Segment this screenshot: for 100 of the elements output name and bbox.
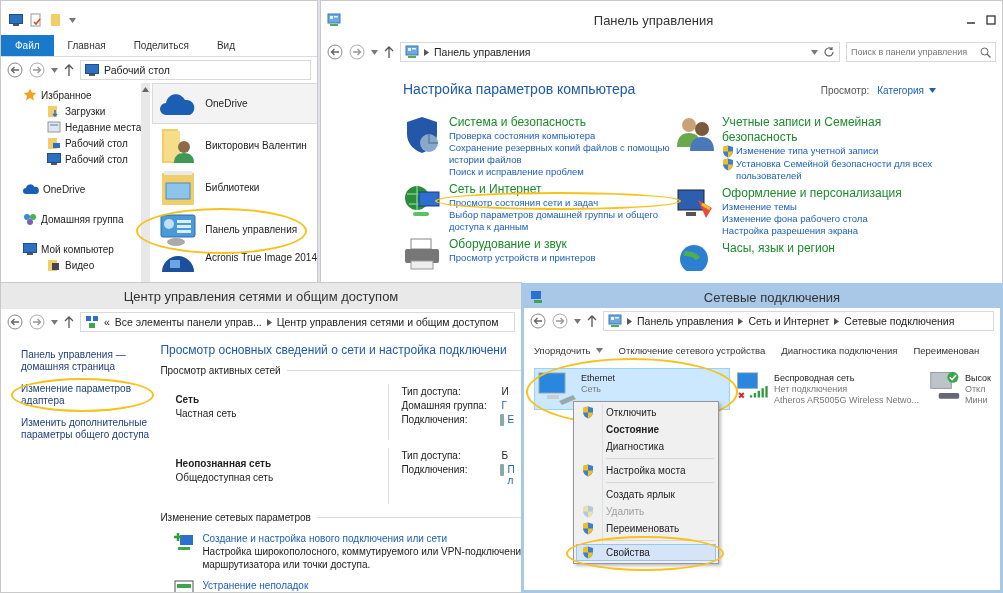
network-type: Общедоступная сеть xyxy=(175,472,275,483)
address-bar[interactable]: Рабочий стол xyxy=(80,60,311,80)
property-value[interactable]: Г xyxy=(501,400,507,411)
ribbon-tab[interactable]: Вид xyxy=(202,35,249,56)
property-value[interactable]: П л xyxy=(507,464,515,486)
nav-item[interactable]: Мой компьютер xyxy=(41,243,114,255)
view-dropdown[interactable]: Категория xyxy=(877,85,936,96)
address-bar[interactable]: Панель управления Сеть и Интернет Сетевые подключения xyxy=(603,311,994,331)
sidebar-link[interactable]: Изменение параметров адаптера xyxy=(21,383,151,407)
forward-icon[interactable] xyxy=(29,314,45,330)
back-icon[interactable] xyxy=(7,62,23,78)
caret-icon[interactable] xyxy=(574,318,581,324)
category-title[interactable]: Оформление и персонализация xyxy=(722,186,948,201)
forward-icon[interactable] xyxy=(29,62,45,78)
adapter-item[interactable]: Беспроводная сеть Нет подключения Atheros AR5005G Wireless Netwo... xyxy=(733,368,923,410)
nav-item[interactable]: Недавние места xyxy=(65,121,142,133)
address-bar[interactable]: « Все элементы панели управ... Центр управления сетями и общим доступом xyxy=(80,312,515,332)
up-arrow-icon[interactable] xyxy=(384,46,394,58)
ribbon-tab[interactable]: Главная xyxy=(53,35,120,56)
category-link[interactable]: Сохранение резервных копий файлов с помощью истории файлов xyxy=(449,142,675,166)
caret-icon[interactable] xyxy=(595,347,603,353)
category-link[interactable]: Изменение типа учетной записи xyxy=(736,145,879,157)
ribbon-tab[interactable]: Файл xyxy=(1,35,54,56)
file-item[interactable]: OneDrive xyxy=(152,83,317,124)
file-item[interactable]: Панель управления xyxy=(152,209,317,250)
app-icon xyxy=(405,45,419,59)
breadcrumb[interactable]: Рабочий стол xyxy=(104,64,170,76)
caret-icon[interactable] xyxy=(51,319,58,325)
property-value[interactable]: E xyxy=(507,414,515,425)
category-link[interactable]: Изменение темы xyxy=(722,201,797,213)
category-link[interactable]: Поиск и исправление проблем xyxy=(449,166,584,178)
nav-item[interactable]: Рабочий стол xyxy=(65,137,128,149)
adapter-item[interactable]: Высок Откл Мини xyxy=(926,368,994,410)
document-icon[interactable] xyxy=(29,13,43,27)
file-item[interactable]: Библиотеки xyxy=(152,167,317,208)
category-title[interactable]: Система и безопасность xyxy=(449,115,675,130)
back-icon[interactable] xyxy=(327,44,343,60)
menu-item[interactable]: Создать ярлык xyxy=(576,486,716,503)
up-arrow-icon[interactable] xyxy=(64,64,74,76)
maximize-icon[interactable] xyxy=(986,15,996,25)
nav-item[interactable]: OneDrive xyxy=(43,183,86,195)
category-title[interactable]: Оборудование и звук xyxy=(449,237,675,252)
search-icon[interactable] xyxy=(980,46,991,58)
category-link[interactable]: Просмотр состояния сети и задач xyxy=(449,197,599,209)
caret-icon[interactable] xyxy=(69,17,76,23)
scroll-up-icon[interactable] xyxy=(142,87,150,92)
forward-icon[interactable] xyxy=(552,313,568,329)
address-bar[interactable]: Панель управления xyxy=(400,42,840,62)
back-icon[interactable] xyxy=(7,314,23,330)
category-link[interactable]: Настройка разрешения экрана xyxy=(722,225,859,237)
category-link[interactable]: Проверка состояния компьютера xyxy=(449,130,596,142)
category-title[interactable]: Учетные записи и Семейная безопасность xyxy=(722,115,948,145)
breadcrumb[interactable]: Сеть и Интернет xyxy=(748,315,830,327)
caret-icon[interactable] xyxy=(51,67,58,73)
menu-item[interactable]: Свойства xyxy=(576,544,716,561)
window-title: Центр управления сетями и общим доступом xyxy=(122,288,400,304)
monitor-icon xyxy=(85,63,99,77)
nav-item[interactable]: Рабочий стол xyxy=(65,153,128,165)
category-link[interactable]: Изменение фона рабочего стола xyxy=(722,213,868,225)
forward-icon[interactable] xyxy=(349,44,365,60)
task-link[interactable]: Устранение неполадок xyxy=(202,580,309,591)
breadcrumb[interactable]: Панель управления xyxy=(434,46,531,58)
category-link[interactable]: Просмотр устройств и принтеров xyxy=(449,252,596,264)
nav-item[interactable]: Видео xyxy=(65,259,95,271)
up-arrow-icon[interactable] xyxy=(587,315,597,327)
scrollbar[interactable] xyxy=(141,83,151,283)
breadcrumb[interactable]: Центр управления сетями и общим доступом xyxy=(276,316,499,328)
category-title[interactable]: Сеть и Интернет xyxy=(449,182,675,197)
breadcrumb[interactable]: Панель управления xyxy=(637,315,734,327)
task-link[interactable]: Создание и настройка нового подключения или сети xyxy=(202,533,521,544)
sidebar-link[interactable]: Панель управления — домашняя страница xyxy=(21,349,151,373)
caret-icon[interactable] xyxy=(811,49,818,55)
menu-item[interactable]: Настройка моста xyxy=(576,462,716,479)
up-arrow-icon[interactable] xyxy=(64,316,74,328)
back-icon[interactable] xyxy=(530,313,546,329)
ribbon-tab[interactable]: Поделиться xyxy=(119,35,203,56)
file-item[interactable]: Acronis True Image 2014 xyxy=(152,251,317,283)
category-link[interactable]: Установка Семейной безопасности для всех пользователей xyxy=(736,158,948,182)
overflow-chevron[interactable]: « xyxy=(104,316,110,328)
category-link[interactable]: Выбор параметров домашней группы и общего доступа к данным xyxy=(449,209,675,233)
caret-icon[interactable] xyxy=(371,49,378,55)
breadcrumb[interactable]: Сетевые подключения xyxy=(844,315,955,327)
breadcrumb[interactable]: Все элементы панели управ... xyxy=(114,316,262,328)
monitor-icon xyxy=(47,152,61,166)
refresh-icon[interactable] xyxy=(823,46,835,58)
app-icon xyxy=(327,13,341,27)
category-title[interactable]: Часы, язык и регион xyxy=(722,241,948,256)
toolbar-button[interactable]: Переименован xyxy=(913,344,980,356)
search-field[interactable]: Поиск в панели управления xyxy=(846,42,996,62)
nav-item[interactable]: Избранное xyxy=(41,89,92,101)
menu-item[interactable]: Состояние xyxy=(576,421,716,438)
toolbar-button[interactable]: Диагностика подключения xyxy=(781,344,898,356)
menu-item[interactable]: Переименовать xyxy=(576,520,716,537)
menu-item[interactable]: Диагностика xyxy=(576,438,716,455)
toolbar-button[interactable]: Отключение сетевого устройства xyxy=(618,344,766,356)
sidebar-link[interactable]: Изменить дополнительные параметры общего доступа xyxy=(21,417,151,441)
file-item[interactable]: Викторович Валентин xyxy=(152,125,317,166)
nav-item[interactable]: Загрузки xyxy=(65,105,106,117)
toolbar-button[interactable]: Упорядочить xyxy=(534,344,603,356)
nav-item[interactable]: Домашняя группа xyxy=(41,213,124,225)
